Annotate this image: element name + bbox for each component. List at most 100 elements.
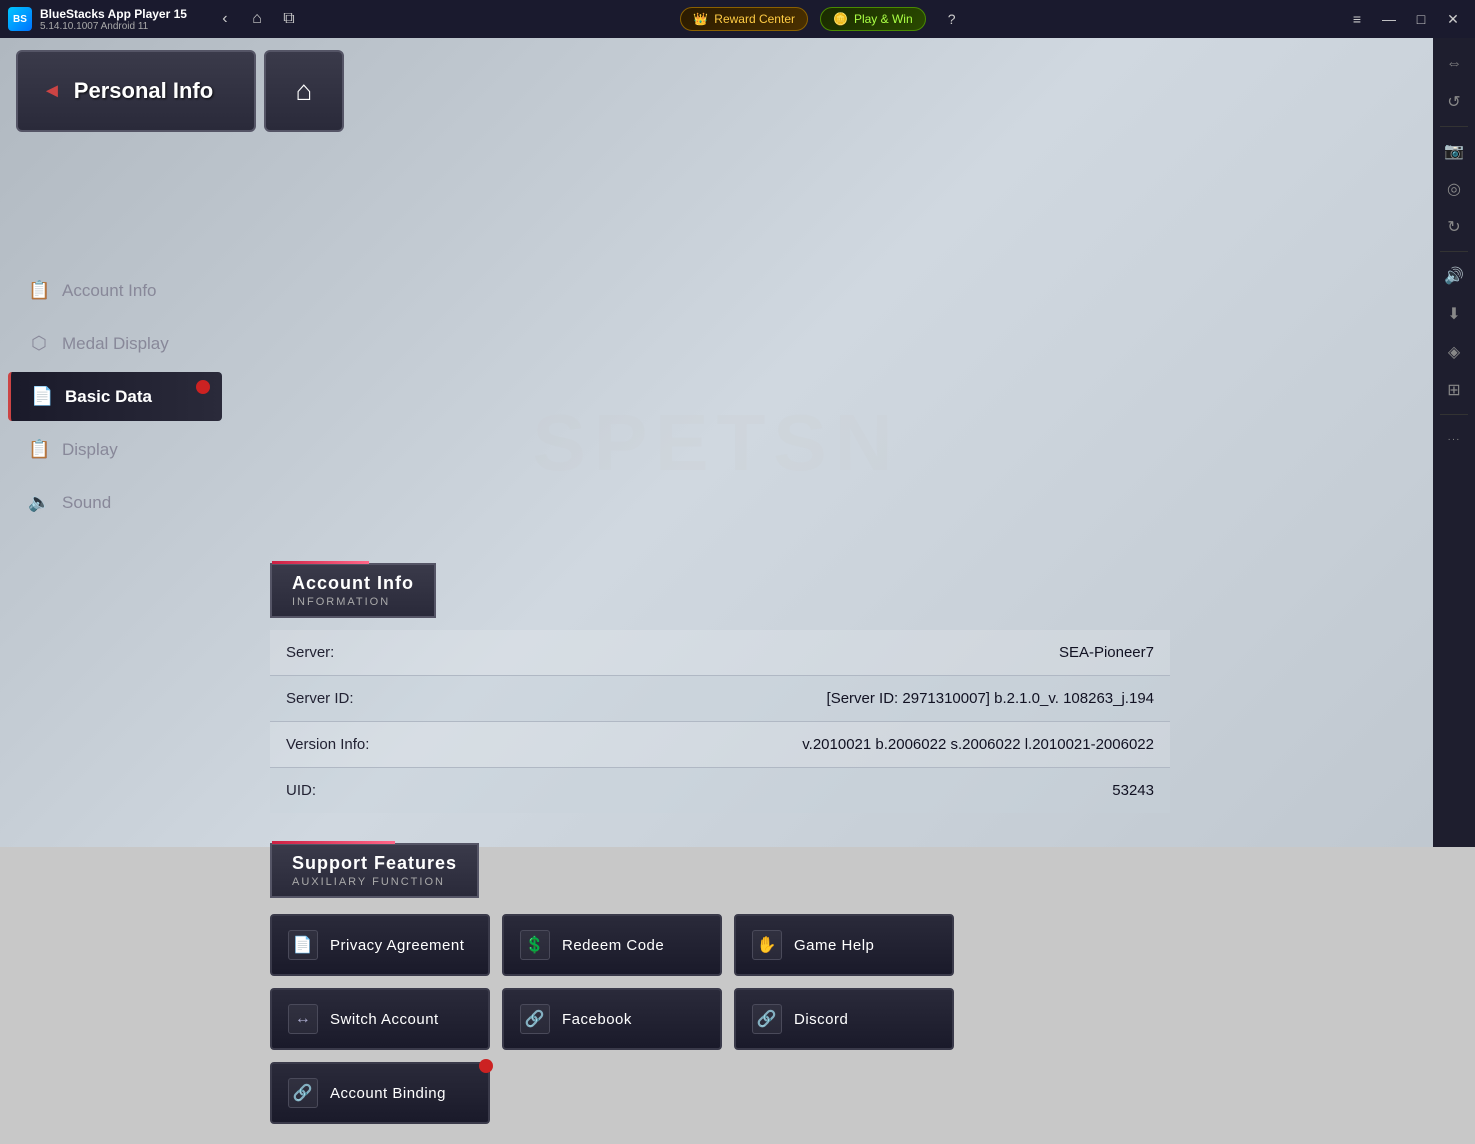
game-help-icon: ✋ bbox=[752, 930, 782, 960]
sidebar-download-button[interactable]: ⬇ bbox=[1436, 296, 1472, 332]
discord-button[interactable]: 🔗 Discord bbox=[734, 988, 954, 1050]
redeem-code-label: Redeem Code bbox=[562, 937, 664, 954]
sidebar-more-button[interactable]: ··· bbox=[1436, 421, 1472, 457]
support-features-header-box: Support Features AUXILIARY FUNCTION bbox=[270, 843, 479, 898]
titlebar-center: 👑 Reward Center 🪙 Play & Win ? bbox=[680, 5, 965, 33]
support-features-section-header: Support Features AUXILIARY FUNCTION bbox=[270, 843, 479, 898]
discord-label: Discord bbox=[794, 1011, 848, 1028]
background-watermark: SPETSN bbox=[532, 397, 900, 489]
privacy-agreement-label: Privacy Agreement bbox=[330, 937, 464, 954]
sidebar-divider-3 bbox=[1440, 414, 1468, 415]
nav-back-button[interactable]: ‹ bbox=[211, 5, 239, 33]
switch-account-icon: ↔ bbox=[288, 1004, 318, 1034]
coin-icon: 🪙 bbox=[833, 12, 848, 26]
features-grid: 📄 Privacy Agreement 💲 Redeem Code ✋ Game… bbox=[270, 914, 1475, 1124]
sidebar-divider-1 bbox=[1440, 126, 1468, 127]
version-info-value: v.2010021 b.2006022 s.2006022 l.2010021-… bbox=[450, 722, 1170, 768]
home-button[interactable]: ⌂ bbox=[264, 50, 344, 132]
sidebar-gamepad-button[interactable]: ⊞ bbox=[1436, 372, 1472, 408]
sidebar-item-sound-label: Sound bbox=[62, 493, 111, 513]
personal-info-button[interactable]: ◄ Personal Info bbox=[16, 50, 256, 132]
server-id-label: Server ID: bbox=[270, 676, 450, 722]
minimize-button[interactable]: — bbox=[1375, 5, 1403, 33]
right-sidebar: ⇔ ↺ 📷 ◎ ↻ 🔊 ⬇ ◈ ⊞ ··· bbox=[1433, 38, 1475, 847]
sidebar-item-basic-data[interactable]: 📄 Basic Data bbox=[8, 372, 222, 421]
table-row: Version Info: v.2010021 b.2006022 s.2006… bbox=[270, 722, 1170, 768]
account-info-subtitle: INFORMATION bbox=[292, 596, 414, 608]
content-area: SPETSN ◄ Personal Info ⌂ 📋 Account Info … bbox=[0, 38, 1433, 847]
sidebar-item-medal-display[interactable]: ⬡ Medal Display bbox=[8, 319, 222, 368]
app-logo: BS bbox=[8, 7, 32, 31]
game-topbar: ◄ Personal Info ⌂ bbox=[0, 38, 1433, 144]
sidebar-item-display-label: Display bbox=[62, 440, 118, 460]
redeem-code-button[interactable]: 💲 Redeem Code bbox=[502, 914, 722, 976]
sidebar-location-button[interactable]: ◈ bbox=[1436, 334, 1472, 370]
titlebar-left: BS BlueStacks App Player 15 5.14.10.1007… bbox=[8, 5, 303, 33]
maximize-button[interactable]: □ bbox=[1407, 5, 1435, 33]
switch-account-button[interactable]: ↔ Switch Account bbox=[270, 988, 490, 1050]
sidebar-rotate-button[interactable]: ↺ bbox=[1436, 84, 1472, 120]
sidebar-screenshot-button[interactable]: 📷 bbox=[1436, 133, 1472, 169]
support-features-title: Support Features bbox=[292, 853, 457, 874]
privacy-agreement-button[interactable]: 📄 Privacy Agreement bbox=[270, 914, 490, 976]
section-accent-top bbox=[272, 561, 369, 564]
crown-icon: 👑 bbox=[693, 12, 708, 26]
server-id-value: [Server ID: 2971310007] b.2.1.0_v. 10826… bbox=[450, 676, 1170, 722]
home-icon: ⌂ bbox=[296, 75, 313, 107]
sound-icon: 🔈 bbox=[28, 492, 50, 513]
account-info-header-box: Account Info INFORMATION bbox=[270, 563, 436, 618]
sidebar-item-account-info-label: Account Info bbox=[62, 281, 157, 301]
sidebar-divider-2 bbox=[1440, 251, 1468, 252]
discord-icon: 🔗 bbox=[752, 1004, 782, 1034]
basic-data-badge bbox=[196, 380, 210, 394]
reward-center-button[interactable]: 👑 Reward Center bbox=[680, 7, 808, 31]
account-info-section-header: Account Info INFORMATION bbox=[270, 563, 436, 618]
switch-account-label: Switch Account bbox=[330, 1011, 439, 1028]
sidebar-item-sound[interactable]: 🔈 Sound bbox=[8, 478, 222, 527]
sidebar-item-medal-label: Medal Display bbox=[62, 334, 169, 354]
account-info-title: Account Info bbox=[292, 573, 414, 594]
nav-tabs-button[interactable]: ⧉ bbox=[275, 5, 303, 33]
account-info-icon: 📋 bbox=[28, 280, 50, 301]
play-win-label: Play & Win bbox=[854, 12, 913, 26]
server-value: SEA-Pioneer7 bbox=[450, 630, 1170, 676]
main-layout: SPETSN ◄ Personal Info ⌂ 📋 Account Info … bbox=[0, 38, 1475, 847]
sidebar-item-display[interactable]: 📋 Display bbox=[8, 425, 222, 474]
uid-value: 53243 bbox=[450, 768, 1170, 814]
uid-label: UID: bbox=[270, 768, 450, 814]
support-section-accent bbox=[272, 841, 395, 844]
account-binding-button[interactable]: 🔗 Account Binding bbox=[270, 1062, 490, 1124]
reward-center-label: Reward Center bbox=[714, 12, 795, 26]
account-binding-icon: 🔗 bbox=[288, 1078, 318, 1108]
sidebar-refresh-button[interactable]: ↻ bbox=[1436, 209, 1472, 245]
nav-home-button[interactable]: ⌂ bbox=[243, 5, 271, 33]
version-info-label: Version Info: bbox=[270, 722, 450, 768]
app-version: 5.14.10.1007 Android 11 bbox=[40, 21, 187, 32]
account-info-table: Server: SEA-Pioneer7 Server ID: [Server … bbox=[270, 630, 1170, 813]
game-sidebar: 📋 Account Info ⬡ Medal Display 📄 Basic D… bbox=[0, 250, 230, 543]
facebook-icon: 🔗 bbox=[520, 1004, 550, 1034]
sidebar-item-account-info[interactable]: 📋 Account Info bbox=[8, 266, 222, 315]
display-icon: 📋 bbox=[28, 439, 50, 460]
help-button[interactable]: ? bbox=[938, 5, 966, 33]
sidebar-camera-button[interactable]: ◎ bbox=[1436, 171, 1472, 207]
sidebar-expand-button[interactable]: ⇔ bbox=[1436, 46, 1472, 82]
table-row: Server ID: [Server ID: 2971310007] b.2.1… bbox=[270, 676, 1170, 722]
redeem-code-icon: 💲 bbox=[520, 930, 550, 960]
facebook-button[interactable]: 🔗 Facebook bbox=[502, 988, 722, 1050]
table-row: Server: SEA-Pioneer7 bbox=[270, 630, 1170, 676]
sidebar-volume-button[interactable]: 🔊 bbox=[1436, 258, 1472, 294]
close-button[interactable]: ✕ bbox=[1439, 5, 1467, 33]
app-title: BlueStacks App Player 15 bbox=[40, 7, 187, 21]
titlebar: BS BlueStacks App Player 15 5.14.10.1007… bbox=[0, 0, 1475, 38]
facebook-label: Facebook bbox=[562, 1011, 632, 1028]
main-content: Account Info INFORMATION Server: SEA-Pio… bbox=[240, 543, 1475, 1144]
privacy-agreement-icon: 📄 bbox=[288, 930, 318, 960]
menu-button[interactable]: ≡ bbox=[1343, 5, 1371, 33]
play-win-button[interactable]: 🪙 Play & Win bbox=[820, 7, 926, 31]
medal-icon: ⬡ bbox=[28, 333, 50, 354]
game-help-button[interactable]: ✋ Game Help bbox=[734, 914, 954, 976]
account-binding-label: Account Binding bbox=[330, 1085, 446, 1102]
server-label: Server: bbox=[270, 630, 450, 676]
table-row: UID: 53243 bbox=[270, 768, 1170, 814]
